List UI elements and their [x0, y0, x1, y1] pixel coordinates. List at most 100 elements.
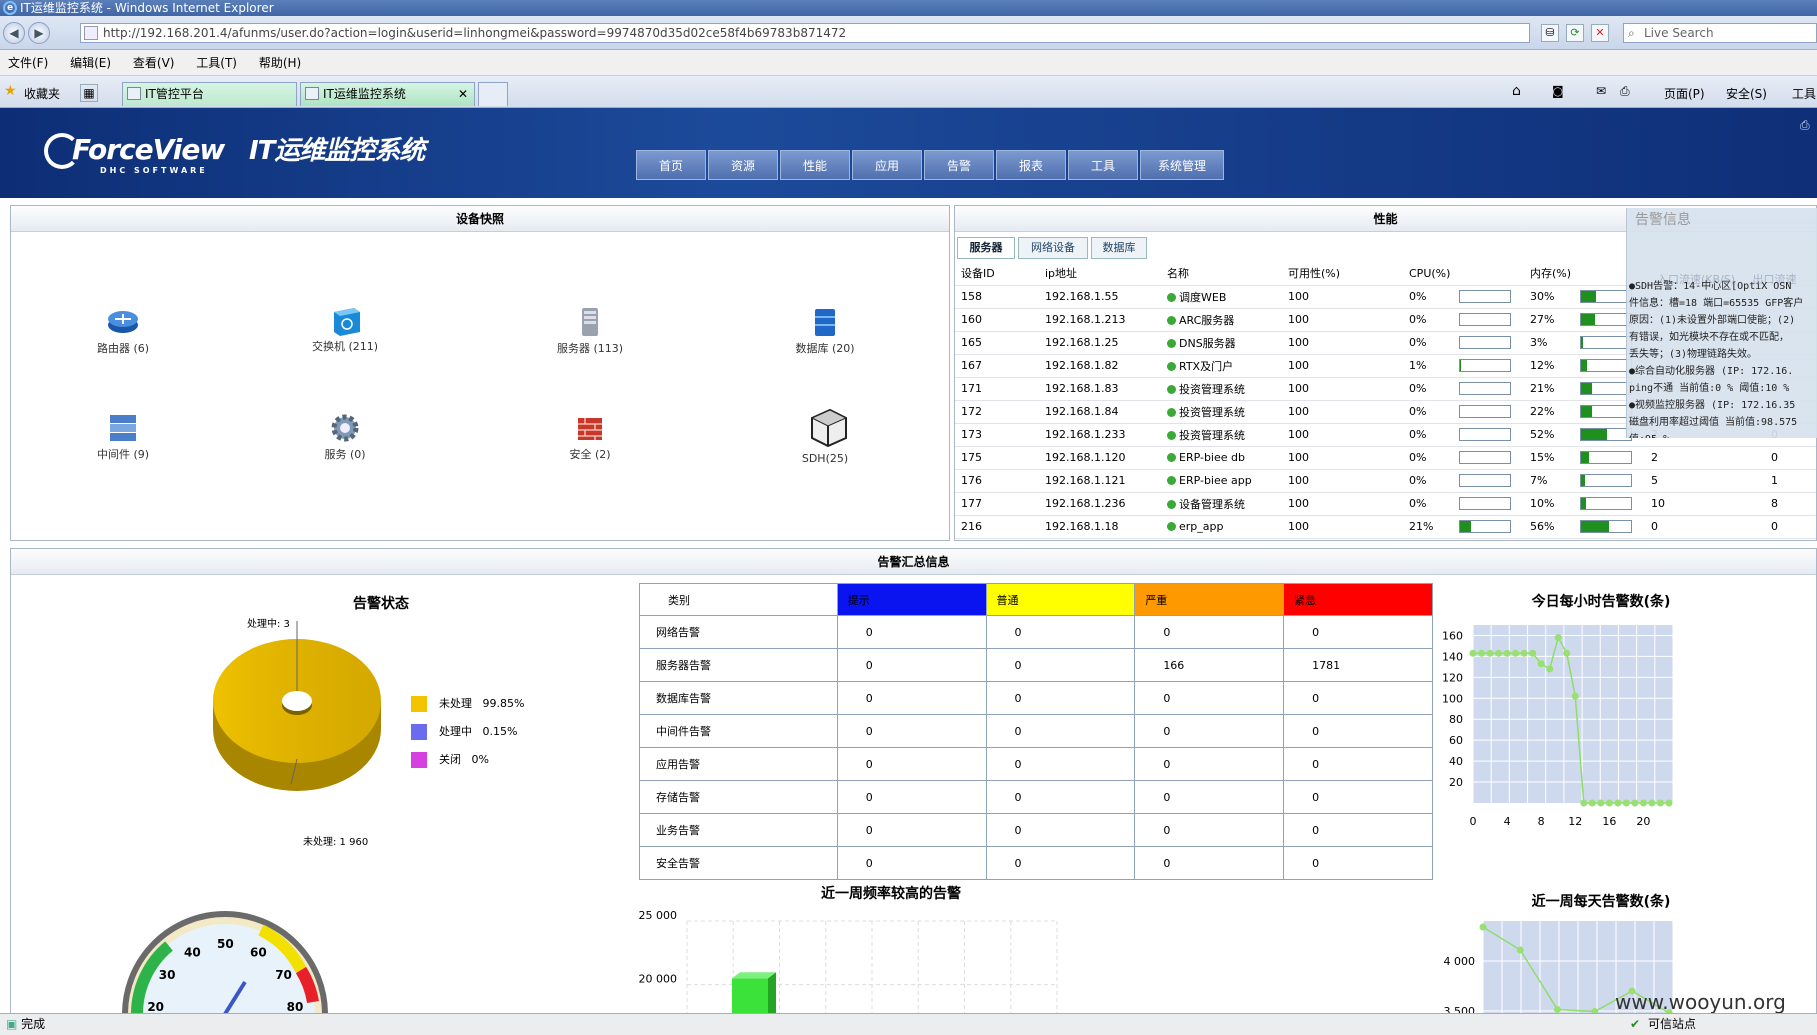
cell-ip: 192.168.1.82 [1045, 359, 1119, 372]
data-point [1479, 923, 1487, 931]
legend-item: 处理中 0.15% [411, 723, 524, 751]
menu-help[interactable]: 帮助(H) [259, 56, 301, 70]
device-switch[interactable]: 交换机 (211) [275, 304, 415, 354]
print-icon[interactable]: ⎙ [1620, 84, 1630, 99]
cell-cpu: 1% [1403, 354, 1524, 377]
weekly-top-alarm-chart: 25 00020 00015 [639, 909, 1058, 1013]
summary-cell: 0 [1134, 681, 1285, 715]
memory-bar [1580, 451, 1632, 465]
compat-icon[interactable]: ⛁ [1541, 24, 1559, 42]
summary-cell: 0 [985, 648, 1136, 682]
nav-home[interactable]: 首页 [636, 150, 706, 180]
window-titlebar: e IT运维监控系统 - Windows Internet Explorer [0, 0, 1817, 16]
favorites-star-icon[interactable]: ★ [4, 83, 17, 99]
tab-network-devices[interactable]: 网络设备 [1018, 237, 1088, 259]
alarm-line: 原因：(1)未设置外部端口使能；(2) [1629, 315, 1796, 326]
refresh-icon[interactable]: ⟳ [1566, 24, 1584, 42]
tools-menu[interactable]: 工具 [1792, 85, 1816, 102]
menu-view[interactable]: 查看(V) [133, 56, 175, 70]
device-sdh[interactable]: SDH(25) [755, 408, 895, 465]
summary-cell: 0 [1283, 714, 1433, 748]
table-row[interactable]: 175 192.168.1.120 ERP-biee db 100 0% 15% 2 0 [955, 446, 1816, 469]
menu-bar: 文件(F) 编辑(E) 查看(V) 工具(T) 帮助(H) [0, 50, 1817, 76]
cell-availability: 100 [1288, 428, 1309, 441]
legend-swatch [411, 724, 427, 740]
header-corner-icon[interactable]: ⎙ [1800, 118, 1810, 133]
page-menu[interactable]: 页面(P) [1664, 85, 1705, 102]
device-middleware[interactable]: 中间件 (9) [53, 412, 193, 462]
summary-cell: 0 [985, 780, 1136, 814]
ie-logo-icon: e [3, 1, 17, 15]
back-icon[interactable]: ◀ [3, 22, 25, 44]
alarm-list: ●SDH告警：14-中心区[OptiX OSN 件信息：槽=18 端口=65535… [1629, 278, 1817, 438]
pie-callout-processing: 处理中: 3 [247, 617, 290, 630]
device-security[interactable]: 安全 (2) [520, 412, 660, 462]
table-row[interactable]: 176 192.168.1.121 ERP-biee app 100 0% 7% 5 1 [955, 469, 1816, 492]
nav-system-admin[interactable]: 系统管理 [1140, 150, 1224, 180]
home-icon[interactable]: ⌂ [1512, 83, 1521, 99]
summary-cell: 中间件告警 [639, 714, 838, 748]
mail-icon[interactable]: ✉ [1596, 84, 1606, 98]
menu-tools[interactable]: 工具(T) [196, 56, 237, 70]
stop-icon[interactable]: ✕ [1591, 24, 1609, 42]
device-database[interactable]: 数据库 (20) [755, 306, 895, 356]
menu-edit[interactable]: 编辑(E) [70, 56, 111, 70]
summary-cell: 0 [1134, 714, 1285, 748]
table-row: 数据库告警 0 0 0 0 [639, 681, 1433, 715]
table-row[interactable]: 216 192.168.1.18 erp_app 100 21% 56% 0 0 [955, 515, 1816, 538]
nav-tools[interactable]: 工具 [1068, 150, 1138, 180]
device-services[interactable]: 服务 (0) [275, 412, 415, 462]
memory-bar [1580, 313, 1632, 327]
alarm-summary-panel: 告警汇总信息 告警状态 处理中: 3 未处理: 1 960 未处理 99.85%… [10, 548, 1817, 1013]
address-input[interactable]: http://192.168.201.4/afunms/user.do?acti… [80, 23, 1530, 43]
feeds-icon[interactable]: ◙ [1552, 84, 1564, 98]
data-point [1605, 799, 1613, 807]
address-toolbar: ◀ ▶ http://192.168.201.4/afunms/user.do?… [0, 16, 1817, 50]
tab-databases[interactable]: 数据库 [1091, 237, 1147, 259]
quick-tabs-icon[interactable]: ▦ [80, 84, 98, 102]
cell-extra1: 0 [1651, 520, 1658, 533]
memory-bar [1580, 336, 1632, 350]
alarm-gauge: 20 30 40 50 60 70 80 [122, 911, 328, 1013]
summary-cell: 0 [1283, 780, 1433, 814]
new-tab-button[interactable] [478, 82, 508, 106]
plot-area [1473, 625, 1673, 803]
y-tick: 20 [1449, 776, 1463, 789]
status-dot-icon [1167, 338, 1176, 348]
summary-cell: 0 [1283, 813, 1433, 847]
table-row: 中间件告警 0 0 0 0 [639, 714, 1433, 748]
nav-reports[interactable]: 报表 [996, 150, 1066, 180]
alarm-info-panel[interactable]: 告警信息 入口流速(KB/S) 出口流速 ●SDH告警：14-中心区[OptiX… [1626, 208, 1817, 438]
tab-close-icon[interactable]: ✕ [458, 83, 468, 105]
nav-performance[interactable]: 性能 [780, 150, 850, 180]
device-server[interactable]: 服务器 (113) [520, 306, 660, 356]
data-point [1537, 660, 1545, 668]
menu-file[interactable]: 文件(F) [8, 56, 48, 70]
nav-applications[interactable]: 应用 [852, 150, 922, 180]
status-dot-icon [1167, 476, 1176, 485]
alarm-summary-title: 告警汇总信息 [11, 549, 1816, 575]
tab-servers[interactable]: 服务器 [957, 237, 1015, 259]
nav-resources[interactable]: 资源 [708, 150, 778, 180]
firewall-icon [573, 412, 607, 442]
safety-menu[interactable]: 安全(S) [1726, 85, 1767, 102]
status-dot-icon [1167, 430, 1176, 440]
summary-cell: 0 [1134, 846, 1285, 880]
table-row[interactable]: 177 192.168.1.236 设备管理系统 100 0% 10% 10 8 [955, 492, 1816, 515]
cell-ip: 192.168.1.213 [1045, 313, 1126, 326]
cpu-bar [1459, 520, 1511, 534]
nav-alarms[interactable]: 告警 [924, 150, 994, 180]
cell-id: 167 [961, 359, 982, 372]
summary-cell: 0 [836, 615, 987, 649]
tab-it-monitor[interactable]: IT运维监控系统 ✕ [300, 82, 475, 106]
cell-extra1: 2 [1651, 451, 1658, 464]
trusted-zone-icon: ✔ [1630, 1017, 1641, 1031]
search-input[interactable]: ⌕ Live Search [1623, 23, 1817, 43]
summary-cell: 0 [836, 747, 987, 781]
favorites-label[interactable]: 收藏夹 [24, 85, 60, 102]
forward-icon[interactable]: ▶ [28, 22, 50, 44]
tab-it-platform[interactable]: IT管控平台 [122, 82, 297, 106]
device-router[interactable]: 路由器 (6) [53, 306, 193, 356]
data-point [1597, 799, 1605, 807]
data-point [1529, 649, 1537, 657]
